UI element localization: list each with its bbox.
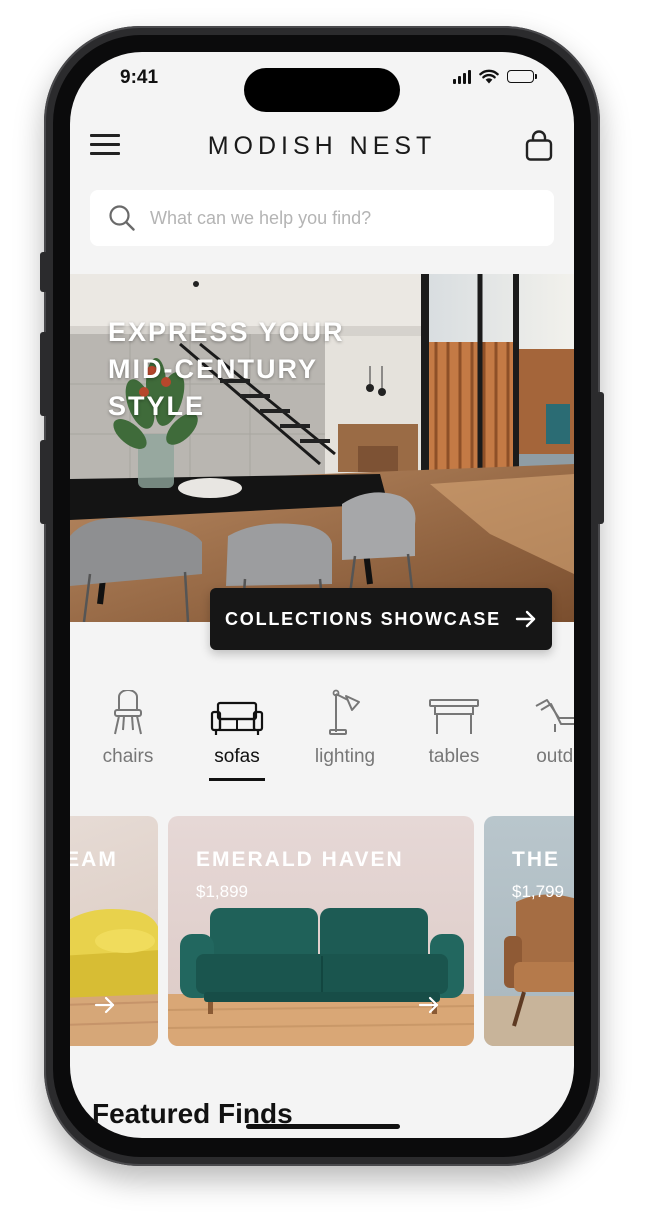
hero-title: EXPRESS YOUR MID-CENTURY STYLE bbox=[108, 317, 345, 421]
product-title: THE bbox=[512, 848, 560, 871]
product-price: $1,799 bbox=[512, 882, 564, 901]
category-lighting[interactable]: lighting bbox=[295, 689, 395, 768]
product-card-the[interactable]: THE $1,799 bbox=[484, 816, 574, 1046]
search-icon bbox=[109, 205, 135, 231]
brand-logo: MODISH NEST bbox=[207, 132, 437, 160]
product-price: $1,899 bbox=[196, 882, 248, 901]
product-card-dream[interactable]: REAM bbox=[70, 816, 158, 1046]
shopping-bag-icon[interactable] bbox=[524, 130, 554, 162]
status-icons bbox=[453, 69, 537, 84]
category-label: sofas bbox=[214, 746, 260, 767]
status-time: 9:41 bbox=[120, 67, 159, 88]
dynamic-island bbox=[244, 68, 400, 112]
search-input[interactable] bbox=[150, 207, 530, 229]
power-button bbox=[596, 392, 604, 524]
arrow-right-icon bbox=[418, 996, 439, 1014]
table-icon bbox=[429, 699, 479, 734]
chair-icon bbox=[114, 690, 142, 735]
category-label: chairs bbox=[102, 746, 154, 767]
product-title: EMERALD HAVEN bbox=[196, 848, 404, 871]
home-indicator[interactable] bbox=[246, 1124, 400, 1129]
lamp-icon bbox=[329, 689, 360, 735]
search-bar[interactable] bbox=[90, 190, 554, 246]
volume-down-button bbox=[40, 440, 48, 524]
category-tabs: chairs sofas lighting tables outd bbox=[70, 689, 574, 786]
category-outdoor[interactable]: outdo bbox=[510, 690, 574, 768]
collections-showcase-button[interactable]: COLLECTIONS SHOWCASE bbox=[210, 588, 552, 650]
sofa-icon bbox=[210, 701, 264, 735]
product-title: REAM bbox=[70, 848, 118, 871]
hero-banner[interactable]: EXPRESS YOUR MID-CENTURY STYLE bbox=[70, 274, 574, 622]
lounger-icon bbox=[535, 699, 574, 732]
volume-up-button bbox=[40, 332, 48, 416]
action-button bbox=[40, 252, 48, 292]
active-tab-underline bbox=[209, 778, 265, 781]
arrow-right-icon bbox=[94, 996, 115, 1014]
wifi-icon bbox=[479, 69, 499, 84]
app-screen: 9:41 MODISH NEST What can we help you fi… bbox=[70, 52, 574, 1138]
category-label: tables bbox=[428, 746, 480, 767]
battery-icon bbox=[507, 70, 537, 83]
arrow-right-icon bbox=[515, 610, 536, 628]
category-label: outdo bbox=[536, 746, 574, 767]
category-label: lighting bbox=[314, 746, 376, 767]
cellular-signal-icon bbox=[453, 69, 471, 84]
collections-showcase-label: COLLECTIONS SHOWCASE bbox=[224, 608, 501, 629]
category-chairs[interactable]: chairs bbox=[78, 690, 178, 768]
category-tables[interactable]: tables bbox=[404, 690, 504, 768]
product-card-emerald-haven[interactable]: EMERALD HAVEN $1,899 bbox=[168, 816, 474, 1046]
category-sofas[interactable]: sofas bbox=[187, 690, 287, 781]
